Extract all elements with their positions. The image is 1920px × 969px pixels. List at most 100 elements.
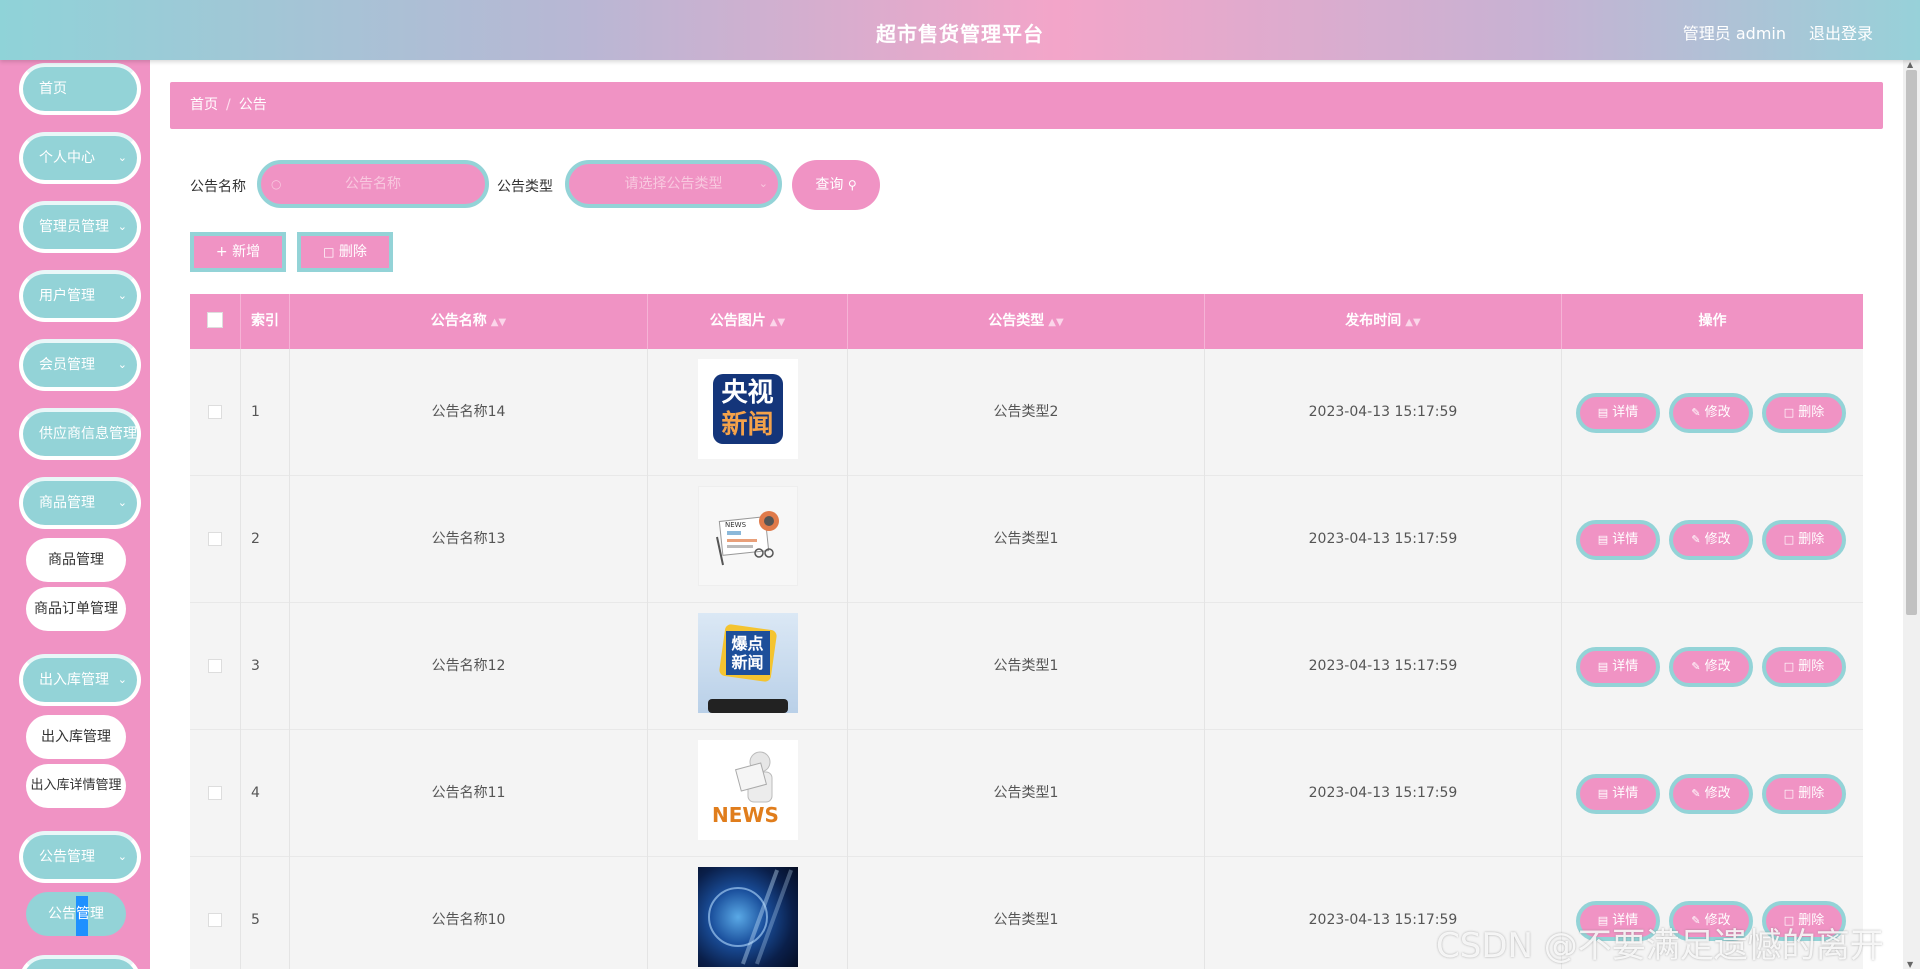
sort-icon[interactable]: ▲▼ [1405, 317, 1420, 328]
column-image[interactable]: 公告图片 ▲▼ [648, 294, 848, 349]
detail-button-label: 详情 [1612, 405, 1639, 420]
plus-icon: + [215, 244, 228, 260]
newspaper-news-text: NEWS [725, 521, 747, 529]
sidebar-item-label: 首页 [39, 81, 67, 97]
document-icon: ▤ [1597, 406, 1609, 419]
globe-image[interactable] [697, 867, 798, 967]
search-icon: ○ [271, 177, 282, 191]
newspaper-image[interactable]: NEWS [697, 486, 798, 586]
row-type: 公告类型1 [848, 603, 1205, 730]
row-delete-button[interactable]: □ 删除 [1762, 393, 1846, 433]
edit-button[interactable]: ✎ 修改 [1669, 393, 1753, 433]
sidebar-item-inventory[interactable]: 出入库管理 ⌄ [19, 654, 141, 706]
sidebar-item-label: 商品管理 [39, 495, 95, 511]
sidebar-item-products[interactable]: 商品管理 ⌄ [19, 477, 141, 529]
scroll-thumb[interactable] [1906, 70, 1917, 615]
trash-icon: □ [1783, 787, 1795, 800]
row-delete-button[interactable]: □ 删除 [1762, 520, 1846, 560]
cctv-news-image[interactable]: 央视 新闻 [697, 359, 798, 459]
sort-icon[interactable]: ▲▼ [770, 317, 785, 328]
document-icon: ▤ [1597, 787, 1609, 800]
column-name[interactable]: 公告名称 ▲▼ [290, 294, 648, 349]
select-all-cell [190, 294, 241, 349]
breadcrumb-home[interactable]: 首页 [190, 97, 218, 113]
table-row: 1 公告名称14 央视 新闻 公告类型2 2023-04-13 15:17:59… [190, 349, 1863, 476]
edit-button[interactable]: ✎ 修改 [1669, 774, 1753, 814]
column-time[interactable]: 发布时间 ▲▼ [1205, 294, 1562, 349]
breaking-text-bottom: 新闻 [731, 653, 764, 672]
detail-button[interactable]: ▤ 详情 [1576, 774, 1660, 814]
edit-button[interactable]: ✎ 修改 [1669, 647, 1753, 687]
row-image-cell: NEWS [648, 730, 848, 857]
breaking-news-image[interactable]: 爆点 新闻 [697, 613, 798, 713]
page-scrollbar[interactable]: ▲ ▼ [1903, 60, 1920, 969]
row-index: 5 [241, 857, 290, 969]
sidebar-item-members[interactable]: 会员管理 ⌄ [19, 339, 141, 391]
csdn-watermark: CSDN @不要满足遗憾的离开 [1436, 926, 1884, 966]
row-image-cell [648, 857, 848, 969]
notice-type-select[interactable]: 请选择公告类型 ⌄ [565, 160, 782, 208]
delete-button-label: 删除 [338, 244, 367, 260]
edit-button[interactable]: ✎ 修改 [1669, 520, 1753, 560]
row-actions: ▤ 详情 ✎ 修改 □ 删除 [1562, 476, 1863, 603]
scroll-up-arrow-icon[interactable]: ▲ [1907, 60, 1913, 69]
query-button[interactable]: 查询 ⚲ [792, 160, 880, 210]
sidebar-item-label: 供应商信息管理 [39, 426, 137, 442]
sidebar-subitem-product-orders[interactable]: 商品订单管理 [26, 587, 126, 631]
detail-button[interactable]: ▤ 详情 [1576, 647, 1660, 687]
cctv-text-bottom: 新闻 [721, 410, 774, 440]
trash-icon: □ [1783, 660, 1795, 673]
row-index: 2 [241, 476, 290, 603]
breaking-text-top: 爆点 [731, 634, 764, 653]
row-name: 公告名称13 [290, 476, 648, 603]
chevron-down-icon: ⌄ [758, 177, 768, 190]
newspaper-illustration: NEWS [715, 511, 779, 566]
breadcrumb-current: 公告 [238, 97, 267, 113]
row-index: 4 [241, 730, 290, 857]
sidebar-subitem-products[interactable]: 商品管理 [26, 538, 126, 582]
sidebar-item-home[interactable]: 首页 [19, 63, 141, 115]
sidebar-item-notices[interactable]: 公告管理 ⌄ [19, 831, 141, 883]
sort-icon[interactable]: ▲▼ [1048, 317, 1063, 328]
scroll-down-arrow-icon[interactable]: ▼ [1907, 960, 1913, 969]
row-time: 2023-04-13 15:17:59 [1205, 349, 1562, 476]
logout-link[interactable]: 退出登录 [1809, 20, 1873, 44]
detail-button[interactable]: ▤ 详情 [1576, 393, 1660, 433]
query-button-label: 查询 [815, 177, 844, 193]
sort-icon[interactable]: ▲▼ [491, 317, 506, 328]
row-actions: ▤ 详情 ✎ 修改 □ 删除 [1562, 349, 1863, 476]
detail-button[interactable]: ▤ 详情 [1576, 520, 1660, 560]
select-all-checkbox[interactable] [207, 312, 223, 328]
sidebar-item-label: 管理员管理 [39, 219, 109, 235]
column-type[interactable]: 公告类型 ▲▼ [848, 294, 1205, 349]
row-checkbox[interactable] [208, 659, 222, 673]
row-checkbox[interactable] [208, 405, 222, 419]
delete-button[interactable]: □ 删除 [297, 232, 393, 272]
sidebar-item-admin[interactable]: 管理员管理 ⌄ [19, 201, 141, 253]
pencil-icon: ✎ [1691, 660, 1701, 673]
column-name-label: 公告名称 [430, 313, 487, 329]
row-checkbox[interactable] [208, 532, 222, 546]
sidebar-subitem-inventory-details[interactable]: 出入库详情管理 [26, 764, 126, 808]
row-delete-button[interactable]: □ 删除 [1762, 774, 1846, 814]
sidebar-item-suppliers[interactable]: 供应商信息管理 [19, 408, 141, 460]
row-name: 公告名称14 [290, 349, 648, 476]
column-actions: 操作 [1698, 313, 1727, 329]
row-delete-button-label: 删除 [1798, 786, 1825, 801]
row-checkbox[interactable] [208, 786, 222, 800]
notice-name-input[interactable]: ○ 公告名称 [257, 160, 489, 208]
row-type: 公告类型1 [848, 857, 1205, 969]
sidebar-subitem-notices[interactable]: 公告管理 [26, 892, 126, 936]
news-figure-image[interactable]: NEWS [697, 740, 798, 840]
sidebar-item-more[interactable] [19, 955, 141, 969]
row-delete-button[interactable]: □ 删除 [1762, 647, 1846, 687]
add-button[interactable]: + 新增 [190, 232, 286, 272]
sidebar-subitem-inventory[interactable]: 出入库管理 [26, 715, 126, 759]
row-time: 2023-04-13 15:17:59 [1205, 476, 1562, 603]
row-checkbox[interactable] [208, 913, 222, 927]
row-delete-button-label: 删除 [1798, 532, 1825, 547]
sidebar-item-profile[interactable]: 个人中心 ⌄ [19, 132, 141, 184]
row-type: 公告类型1 [848, 730, 1205, 857]
row-name: 公告名称12 [290, 603, 648, 730]
sidebar-item-users[interactable]: 用户管理 ⌄ [19, 270, 141, 322]
